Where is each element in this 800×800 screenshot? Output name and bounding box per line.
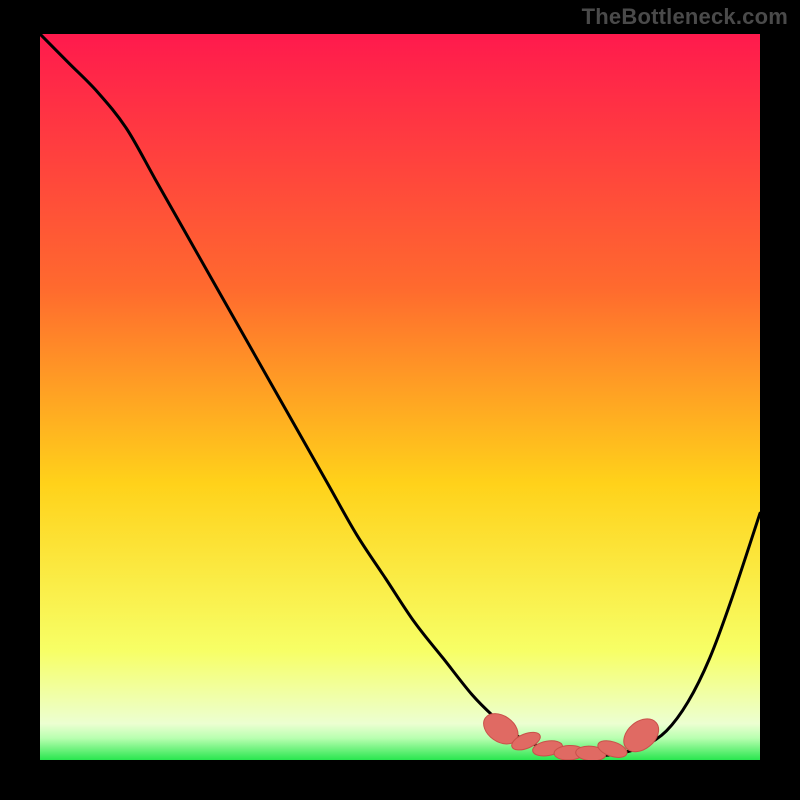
chart-stage: TheBottleneck.com — [0, 0, 800, 800]
plot-area — [40, 34, 760, 760]
gradient-background — [40, 34, 760, 760]
watermark-text: TheBottleneck.com — [582, 4, 788, 30]
bottleneck-chart — [40, 34, 760, 760]
